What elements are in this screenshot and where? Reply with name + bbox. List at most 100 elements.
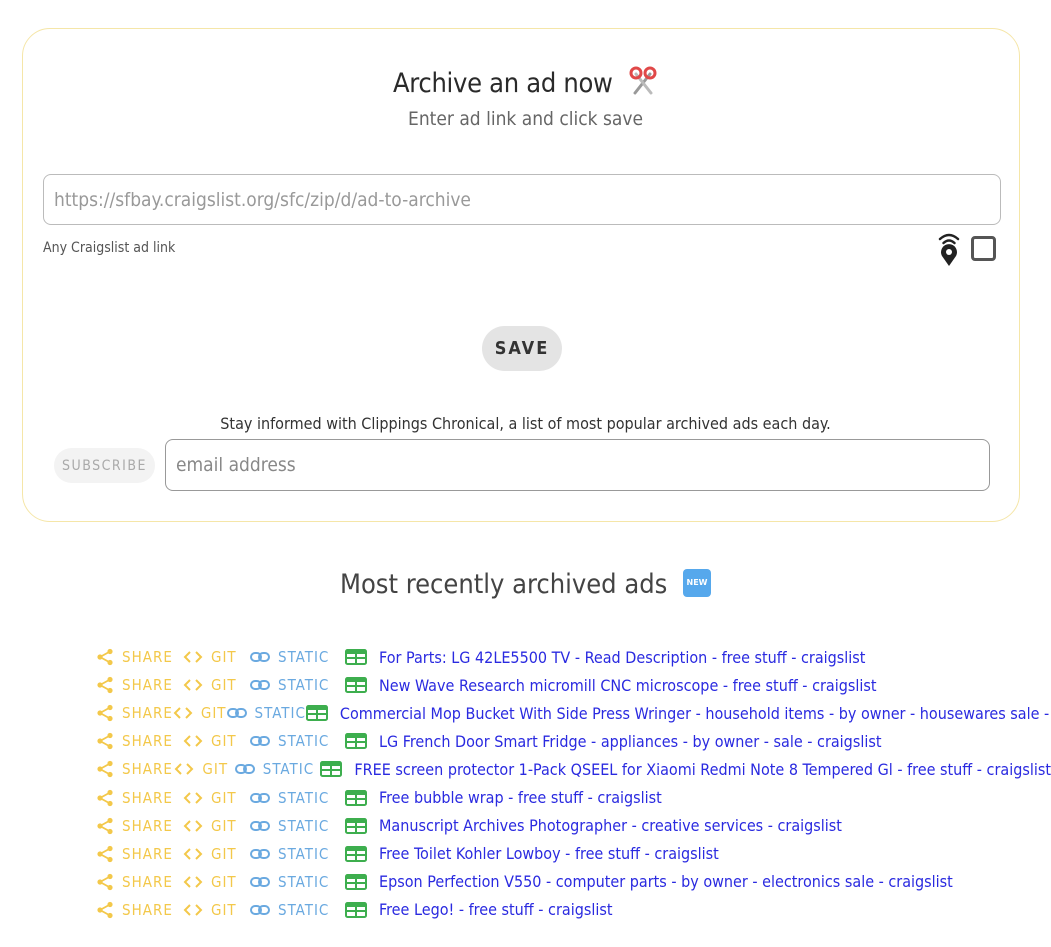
static-action[interactable]: STATIC (250, 901, 345, 919)
share-label: SHARE (122, 844, 173, 863)
ad-row: SHARE GIT STATIC For Parts: LG 42LE5500 TV … (96, 643, 1051, 671)
git-action[interactable]: GIT (183, 901, 250, 919)
share-icon (96, 901, 114, 919)
share-action[interactable]: SHARE (96, 676, 183, 694)
static-label: STATIC (278, 732, 330, 751)
git-action[interactable]: GIT (183, 817, 250, 835)
ad-link[interactable]: LG French Door Smart Fridge - appliances… (345, 732, 881, 751)
ad-row: SHARE GIT STATIC Free bubble wrap - free st… (96, 783, 1051, 811)
git-action[interactable]: GIT (183, 845, 250, 863)
link-icon (250, 679, 270, 691)
ad-link[interactable]: Manuscript Archives Photographer - creat… (345, 816, 842, 835)
git-action[interactable]: GIT (183, 676, 250, 694)
static-action[interactable]: STATIC (250, 676, 345, 694)
share-action[interactable]: SHARE (96, 845, 183, 863)
recent-ads-list: SHARE GIT STATIC For Parts: LG 42LE5500 TV … (96, 643, 1051, 924)
email-field[interactable] (165, 439, 990, 491)
share-action[interactable]: SHARE (96, 760, 174, 778)
share-action[interactable]: SHARE (96, 648, 183, 666)
table-icon (345, 789, 367, 806)
code-icon (183, 875, 203, 889)
git-label: GIT (211, 816, 237, 835)
code-icon (183, 819, 203, 833)
ad-link[interactable]: FREE screen protector 1-Pack QSEEL for X… (320, 760, 1051, 779)
ad-row: SHARE GIT STATIC FREE screen protector 1-Pa… (96, 755, 1051, 783)
share-action[interactable]: SHARE (96, 789, 183, 807)
scissors-icon (628, 66, 658, 103)
subscribe-button[interactable]: SUBSCRIBE (54, 448, 155, 483)
table-icon (345, 733, 367, 750)
git-label: GIT (211, 788, 237, 807)
git-action[interactable]: GIT (183, 789, 250, 807)
newsletter-text: Stay informed with Clippings Chronical, … (220, 414, 831, 433)
ad-link[interactable]: Epson Perfection V550 - computer parts -… (345, 872, 953, 891)
ad-link[interactable]: Free bubble wrap - free stuff - craigsli… (345, 788, 662, 807)
recent-ads-title: Most recently archived ads (339, 569, 668, 600)
link-icon (250, 876, 270, 888)
git-action[interactable]: GIT (183, 873, 250, 891)
ad-row: SHARE GIT STATIC New Wave Research micromil… (96, 671, 1051, 699)
git-label: GIT (211, 900, 237, 919)
link-icon (226, 707, 247, 719)
ad-link[interactable]: For Parts: LG 42LE5500 TV - Read Descrip… (345, 648, 865, 667)
page-subtitle: Enter ad link and click save (408, 108, 643, 130)
share-icon (96, 648, 114, 666)
code-icon (183, 903, 203, 917)
ad-row: SHARE GIT STATIC Free Lego! - free stuff - … (96, 896, 1051, 924)
static-action[interactable]: STATIC (250, 817, 345, 835)
location-signal-icon[interactable] (936, 231, 962, 271)
ad-link[interactable]: Free Lego! - free stuff - craigslist (345, 900, 612, 919)
share-icon (96, 760, 114, 778)
ad-link[interactable]: Free Toilet Kohler Lowboy - free stuff -… (345, 844, 719, 863)
ad-title: Epson Perfection V550 - computer parts -… (379, 872, 953, 892)
location-checkbox[interactable] (971, 236, 996, 261)
share-label: SHARE (122, 788, 173, 807)
git-label: GIT (211, 648, 237, 667)
static-label: STATIC (278, 844, 330, 863)
share-action[interactable]: SHARE (96, 873, 183, 891)
page-title: Archive an ad now (0, 66, 1051, 103)
ad-url-input[interactable] (43, 174, 1001, 225)
ad-row: SHARE GIT STATIC LG French Door Smart Fridg… (96, 727, 1051, 755)
page-title-text: Archive an ad now (393, 68, 613, 99)
link-icon (250, 848, 270, 860)
share-action[interactable]: SHARE (96, 704, 173, 722)
static-label: STATIC (278, 788, 330, 807)
share-action[interactable]: SHARE (96, 732, 183, 750)
static-action[interactable]: STATIC (234, 760, 321, 778)
ad-link[interactable]: New Wave Research micromill CNC microsco… (345, 676, 877, 695)
git-action[interactable]: GIT (173, 704, 227, 722)
link-icon (250, 904, 270, 916)
link-icon (250, 792, 270, 804)
git-label: GIT (202, 760, 229, 779)
share-action[interactable]: SHARE (96, 901, 183, 919)
share-label: SHARE (122, 872, 173, 891)
table-icon (345, 649, 367, 666)
static-action[interactable]: STATIC (250, 873, 345, 891)
table-icon (345, 677, 367, 694)
share-label: SHARE (122, 760, 173, 779)
static-action[interactable]: STATIC (250, 789, 345, 807)
git-action[interactable]: GIT (183, 648, 250, 666)
static-label: STATIC (278, 900, 330, 919)
static-action[interactable]: STATIC (250, 845, 345, 863)
git-action[interactable]: GIT (174, 760, 234, 778)
share-label: SHARE (122, 732, 173, 751)
save-button[interactable]: SAVE (482, 326, 562, 371)
table-icon (345, 901, 367, 918)
share-label: SHARE (122, 704, 173, 723)
share-icon (96, 789, 114, 807)
git-action[interactable]: GIT (183, 732, 250, 750)
link-icon (234, 763, 255, 775)
static-label: STATIC (254, 704, 306, 723)
ad-row: SHARE GIT STATIC Commercial Mop Bucket With… (96, 699, 1051, 727)
share-action[interactable]: SHARE (96, 817, 183, 835)
ad-title: Free Toilet Kohler Lowboy - free stuff -… (379, 844, 719, 864)
static-action[interactable]: STATIC (250, 732, 345, 750)
ad-link[interactable]: Commercial Mop Bucket With Side Press Wr… (305, 704, 1051, 723)
static-action[interactable]: STATIC (226, 704, 306, 723)
share-icon (96, 845, 114, 863)
static-label: STATIC (278, 816, 330, 835)
static-action[interactable]: STATIC (250, 648, 345, 666)
ad-row: SHARE GIT STATIC Manuscript Archives Photog… (96, 812, 1051, 840)
